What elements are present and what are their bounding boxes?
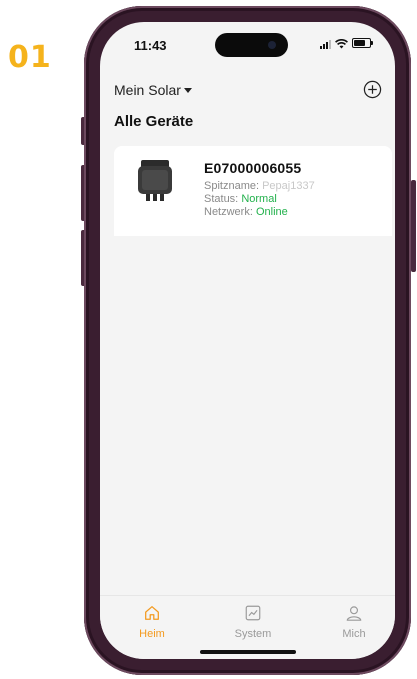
status-bar: 11:43 [100,22,395,66]
section-title: Alle Geräte [114,113,194,130]
device-card[interactable]: E07000006055 Spitzname: Pepaj1337 Status… [114,146,392,236]
status-row: Status: Normal [204,193,277,205]
device-id: E07000006055 [204,160,302,176]
tab-home-label: Heim [139,628,165,640]
tab-home[interactable]: Heim [122,604,182,640]
home-icon [145,606,159,620]
status-time: 11:43 [134,38,167,53]
chart-icon [245,605,261,621]
status-label: Status: [204,193,239,205]
top-bar: Mein Solar [114,80,382,104]
status-icons [320,38,373,49]
tab-me-label: Mich [342,628,366,640]
battery-icon [352,38,373,48]
step-number: 01 [8,40,52,75]
signal-icon [320,39,331,49]
site-selector[interactable]: Mein Solar [114,82,192,98]
dynamic-island [215,33,288,57]
home-indicator [200,650,296,654]
user-icon [346,606,362,621]
camera-icon [268,41,276,49]
nickname-row: Spitzname: Pepaj1337 [204,180,315,192]
phone-screen: 11:43 Mein Solar Alle Geräte E0700000605… [100,22,395,659]
power-button [411,180,416,272]
network-value: Online [255,206,288,218]
network-row: Netzwerk: Online [204,206,288,218]
tab-system[interactable]: System [223,604,283,640]
status-value: Normal [241,193,277,205]
wifi-icon [335,39,348,49]
nickname-value: Pepaj1337 [262,180,315,192]
plus-circle-icon[interactable] [363,80,382,99]
microinverter-device-image [138,160,172,201]
tab-system-label: System [234,628,272,640]
network-label: Netzwerk: [204,206,253,218]
site-selector-label: Mein Solar [114,82,181,98]
tab-me[interactable]: Mich [324,604,384,640]
nickname-label: Spitzname: [204,180,260,192]
caret-down-icon [183,88,192,93]
